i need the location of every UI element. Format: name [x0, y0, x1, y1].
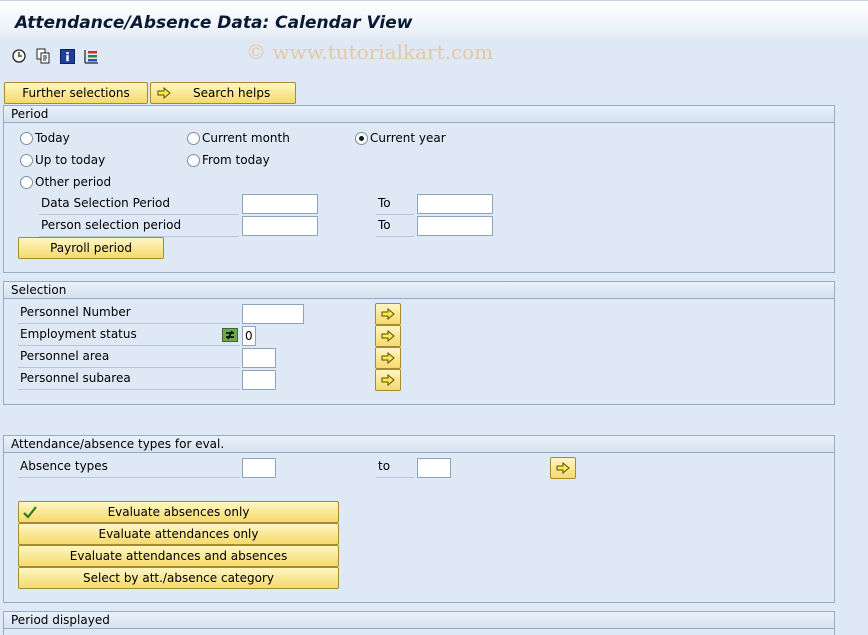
period-group: Period Today Current month Current year … — [3, 105, 835, 273]
radio-up-to-today[interactable] — [20, 154, 33, 167]
person-selection-to-label: To — [376, 215, 414, 237]
absence-types-to-input[interactable] — [417, 458, 451, 478]
radio-from-today[interactable] — [187, 154, 200, 167]
evaluate-attendances-only-button[interactable]: Evaluate attendances only — [18, 523, 339, 545]
radio-from-today-label: From today — [202, 153, 270, 167]
data-selection-period-label: Data Selection Period — [39, 193, 239, 215]
arrow-right-icon — [556, 462, 570, 474]
personnel-subarea-multiple-button[interactable] — [375, 369, 401, 391]
search-helps-button[interactable]: Search helps — [150, 82, 296, 104]
evaluate-attendances-only-label: Evaluate attendances only — [98, 527, 259, 541]
data-selection-to-input[interactable] — [417, 194, 493, 214]
radio-up-to-today-label: Up to today — [35, 153, 106, 167]
title-bar: Attendance/Absence Data: Calendar View — [0, 0, 868, 40]
select-by-category-label: Select by att./absence category — [82, 571, 275, 585]
absence-types-multiple-button[interactable] — [550, 457, 576, 479]
radio-other-period[interactable] — [20, 176, 33, 189]
arrow-right-icon — [381, 330, 395, 342]
personnel-subarea-label: Personnel subarea — [18, 368, 240, 390]
absence-types-group: Attendance/absence types for eval. Absen… — [3, 435, 835, 603]
variant-icon[interactable] — [35, 48, 51, 64]
employment-status-input[interactable]: 0 — [242, 326, 256, 346]
evaluate-absences-only-button[interactable]: Evaluate absences only — [18, 501, 339, 523]
radio-current-month[interactable] — [187, 132, 200, 145]
evaluate-absences-only-label: Evaluate absences only — [107, 505, 250, 519]
select-by-category-button[interactable]: Select by att./absence category — [18, 567, 339, 589]
absence-types-label: Absence types — [18, 456, 240, 478]
period-displayed-group-header: Period displayed — [4, 612, 834, 629]
person-selection-period-label: Person selection period — [39, 215, 239, 237]
data-selection-to-label: To — [376, 193, 414, 215]
person-selection-to-input[interactable] — [417, 216, 493, 236]
personnel-area-input[interactable] — [242, 348, 276, 368]
employment-status-label: Employment status — [18, 324, 240, 346]
radio-other-period-label: Other period — [35, 175, 112, 189]
arrow-right-icon — [381, 352, 395, 364]
application-toolbar — [0, 44, 868, 70]
absence-types-to-label: to — [376, 456, 414, 478]
period-displayed-group: Period displayed — [3, 611, 835, 635]
selection-group-header: Selection — [4, 282, 834, 299]
not-equal-icon[interactable] — [222, 328, 238, 342]
personnel-area-multiple-button[interactable] — [375, 347, 401, 369]
info-icon[interactable] — [59, 48, 75, 64]
personnel-number-multiple-button[interactable] — [375, 303, 401, 325]
radio-today-label: Today — [35, 131, 70, 145]
search-helps-label: Search helps — [193, 86, 271, 100]
period-group-header: Period — [4, 106, 834, 123]
further-selections-button[interactable]: Further selections — [4, 82, 148, 104]
radio-current-year[interactable] — [355, 132, 368, 145]
absence-types-group-header: Attendance/absence types for eval. — [4, 436, 834, 453]
arrow-right-icon — [381, 374, 395, 386]
radio-current-year-label: Current year — [370, 131, 446, 145]
absence-types-from-input[interactable] — [242, 458, 276, 478]
person-selection-from-input[interactable] — [242, 216, 318, 236]
checkmark-icon — [22, 504, 38, 520]
radio-today[interactable] — [20, 132, 33, 145]
further-selections-label: Further selections — [22, 86, 130, 100]
employment-status-multiple-button[interactable] — [375, 325, 401, 347]
page-title: Attendance/Absence Data: Calendar View — [15, 13, 413, 33]
grid-icon[interactable] — [83, 48, 99, 64]
payroll-period-label: Payroll period — [50, 241, 132, 255]
personnel-area-label: Personnel area — [18, 346, 240, 368]
personnel-number-label: Personnel Number — [18, 302, 240, 324]
selection-group: Selection Personnel Number Employment st… — [3, 281, 835, 405]
evaluate-both-label: Evaluate attendances and absences — [69, 549, 288, 563]
execute-icon[interactable] — [11, 48, 27, 64]
personnel-subarea-input[interactable] — [242, 370, 276, 390]
evaluate-both-button[interactable]: Evaluate attendances and absences — [18, 545, 339, 567]
arrow-right-icon — [381, 308, 395, 320]
personnel-number-input[interactable] — [242, 304, 304, 324]
radio-current-month-label: Current month — [202, 131, 290, 145]
payroll-period-button[interactable]: Payroll period — [18, 237, 164, 259]
data-selection-from-input[interactable] — [242, 194, 318, 214]
arrow-right-icon — [157, 87, 171, 99]
